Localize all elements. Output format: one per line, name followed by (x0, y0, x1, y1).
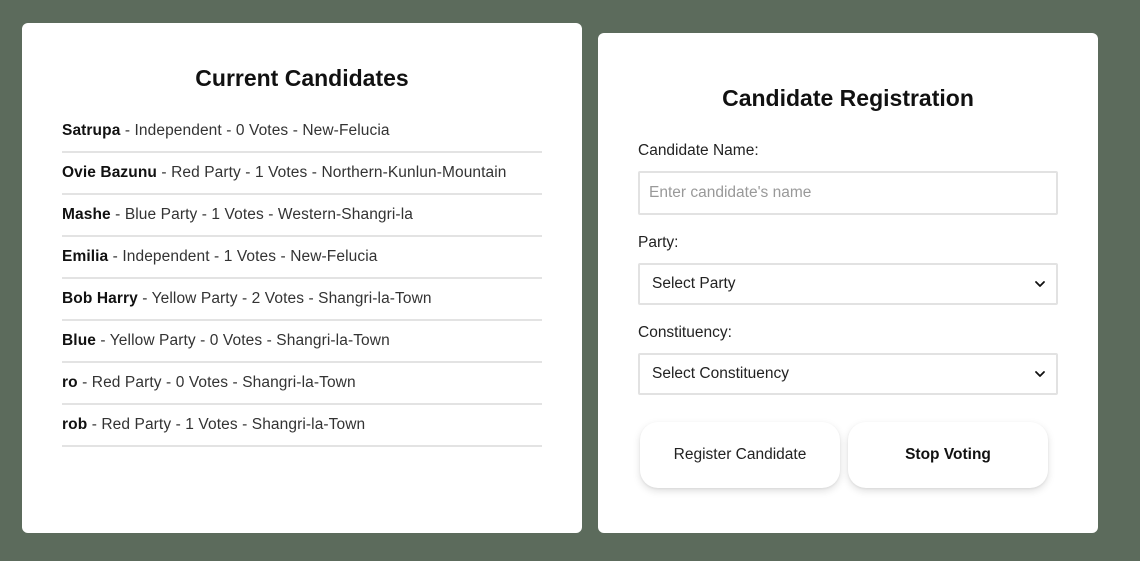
candidate-list-item: ro - Red Party - 0 Votes - Shangri-la-To… (62, 363, 542, 405)
candidate-party: Independent (122, 248, 210, 265)
separator: - (262, 332, 277, 349)
candidate-party: Red Party (101, 416, 172, 433)
separator: - (77, 374, 92, 391)
candidate-list-item: Blue - Yellow Party - 0 Votes - Shangri-… (62, 321, 542, 363)
current-candidates-title: Current Candidates (195, 65, 409, 91)
candidate-list-item: Ovie Bazunu - Red Party - 1 Votes - Nort… (62, 153, 542, 195)
separator: - (110, 206, 125, 223)
candidate-name: ro (62, 374, 78, 391)
candidate-name: Mashe (62, 206, 111, 223)
candidate-constituency: Western-Shangri-la (277, 206, 413, 223)
separator: - (87, 416, 102, 433)
constituency-select[interactable]: Select Constituency (638, 353, 1058, 395)
candidate-name-label: Candidate Name: (638, 142, 759, 159)
separator: - (276, 248, 291, 265)
candidate-registration-title: Candidate Registration (722, 85, 974, 111)
separator: - (195, 332, 210, 349)
candidate-name: Bob Harry (62, 290, 138, 307)
candidate-votes: 0 Votes (175, 374, 229, 391)
candidate-name-input[interactable] (638, 171, 1058, 215)
separator: - (228, 374, 243, 391)
candidate-list: Satrupa - Independent - 0 Votes - New-Fe… (62, 111, 542, 447)
constituency-label: Constituency: (638, 324, 732, 341)
candidate-constituency: Northern-Kunlun-Mountain (321, 164, 507, 181)
separator: - (96, 332, 110, 349)
separator: - (307, 164, 322, 181)
candidate-name: Ovie Bazunu (62, 164, 157, 181)
candidate-list-item: Satrupa - Independent - 0 Votes - New-Fe… (62, 111, 542, 153)
candidate-list-item: Mashe - Blue Party - 1 Votes - Western-S… (62, 195, 542, 237)
separator: - (263, 206, 278, 223)
candidate-name: Emilia (62, 248, 109, 265)
party-label: Party: (638, 234, 679, 251)
candidate-list-item: Bob Harry - Yellow Party - 2 Votes - Sha… (62, 279, 542, 321)
candidate-party: Yellow Party (109, 332, 196, 349)
candidate-list-item: Emilia - Independent - 1 Votes - New-Fel… (62, 237, 542, 279)
candidate-name: rob (62, 416, 88, 433)
candidate-party: Yellow Party (151, 290, 238, 307)
separator: - (304, 290, 319, 307)
separator: - (209, 248, 224, 265)
current-candidates-panel: Current Candidates Satrupa - Independent… (22, 23, 582, 533)
separator: - (108, 248, 123, 265)
separator: - (237, 416, 252, 433)
chevron-down-icon (1034, 368, 1046, 380)
separator: - (237, 290, 252, 307)
candidate-votes: 1 Votes (211, 206, 264, 223)
candidate-constituency: Shangri-la-Town (276, 332, 390, 349)
candidate-votes: 2 Votes (251, 290, 305, 307)
separator: - (137, 290, 152, 307)
candidate-constituency: New-Felucia (290, 248, 378, 265)
candidate-votes: 1 Votes (223, 248, 277, 265)
register-candidate-button[interactable]: Register Candidate (640, 422, 840, 488)
constituency-select-value: Select Constituency (652, 365, 789, 382)
separator: - (171, 416, 186, 433)
candidate-constituency: Shangri-la-Town (251, 416, 366, 433)
party-select-value: Select Party (652, 275, 736, 292)
separator: - (221, 122, 236, 139)
candidate-party: Blue Party (124, 206, 198, 223)
separator: - (120, 122, 135, 139)
separator: - (156, 164, 172, 181)
separator: - (197, 206, 212, 223)
candidate-list-item: rob - Red Party - 1 Votes - Shangri-la-T… (62, 405, 542, 447)
party-select[interactable]: Select Party (638, 263, 1058, 305)
candidate-party: Red Party (91, 374, 162, 391)
stop-voting-button[interactable]: Stop Voting (848, 422, 1048, 488)
candidate-party: Independent (134, 122, 222, 139)
candidate-constituency: Shangri-la-Town (242, 374, 356, 391)
candidate-name: Blue (62, 332, 96, 349)
candidate-party: Red Party (171, 164, 241, 181)
separator: - (288, 122, 303, 139)
candidate-registration-panel: Candidate Registration Candidate Name: P… (598, 33, 1098, 533)
separator: - (161, 374, 176, 391)
candidate-votes: 0 Votes (235, 122, 289, 139)
candidate-votes: 1 Votes (185, 416, 238, 433)
candidate-votes: 1 Votes (254, 164, 308, 181)
candidate-constituency: New-Felucia (302, 122, 390, 139)
chevron-down-icon (1034, 278, 1046, 290)
separator: - (240, 164, 255, 181)
candidate-name: Satrupa (62, 122, 121, 139)
candidate-constituency: Shangri-la-Town (318, 290, 432, 307)
candidate-votes: 0 Votes (209, 332, 263, 349)
